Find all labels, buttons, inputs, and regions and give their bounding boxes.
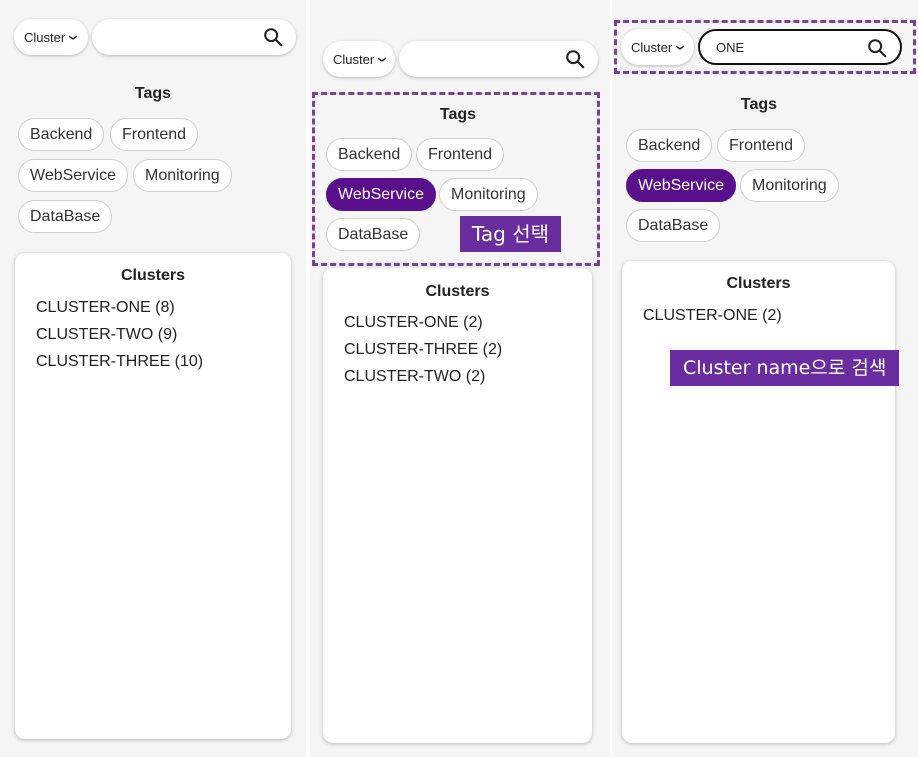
chevron-down-icon: ❮	[68, 33, 78, 41]
tags-title: Tags	[740, 96, 778, 113]
filter-type-select[interactable]: Cluster ❮	[323, 41, 395, 77]
tags-title: Tags	[134, 85, 172, 102]
tag-chip-webservice[interactable]: WebService	[626, 169, 736, 202]
cluster-item[interactable]: CLUSTER-THREE (2)	[344, 341, 502, 359]
clusters-card: Clusters CLUSTER-ONE (2)	[622, 261, 895, 743]
clusters-card: Clusters CLUSTER-ONE (2) CLUSTER-THREE (…	[323, 268, 592, 743]
clusters-title: Clusters	[425, 283, 490, 300]
search-box[interactable]	[92, 19, 296, 55]
clusters-card: Clusters CLUSTER-ONE (8) CLUSTER-TWO (9)…	[15, 253, 291, 739]
select-value: Cluster	[333, 51, 375, 67]
search-icon[interactable]	[564, 48, 586, 70]
tag-chip-database[interactable]: DataBase	[626, 209, 721, 242]
chevron-down-icon: ❮	[377, 55, 387, 63]
highlight-search-box	[614, 20, 916, 74]
panel-initial: Cluster ❮ Tags Backend Frontend WebServi…	[0, 0, 306, 757]
filter-type-select[interactable]: Cluster ❮	[14, 19, 88, 55]
search-box[interactable]	[399, 41, 598, 77]
tag-chip-monitoring[interactable]: Monitoring	[740, 169, 839, 202]
tag-chip-backend[interactable]: Backend	[626, 129, 713, 162]
callout-tag-select: Tag 선택	[460, 216, 562, 252]
search-icon[interactable]	[262, 26, 284, 48]
search-input[interactable]	[106, 28, 250, 45]
tag-chip-monitoring[interactable]: Monitoring	[133, 159, 232, 192]
tag-chip-backend[interactable]: Backend	[18, 118, 105, 151]
cluster-item[interactable]: CLUSTER-THREE (10)	[36, 353, 203, 371]
search-row: Cluster ❮	[323, 41, 598, 77]
cluster-item[interactable]: CLUSTER-ONE (2)	[344, 314, 483, 332]
tag-chip-frontend[interactable]: Frontend	[717, 129, 806, 162]
cluster-item[interactable]: CLUSTER-TWO (2)	[344, 368, 485, 386]
cluster-item[interactable]: CLUSTER-ONE (8)	[36, 299, 175, 317]
cluster-item[interactable]: CLUSTER-TWO (9)	[36, 326, 177, 344]
panel-name-search: Cluster ❮ Tags Backend Frontend WebServi…	[612, 0, 918, 757]
search-input[interactable]	[413, 50, 557, 67]
tag-chip-frontend[interactable]: Frontend	[110, 118, 199, 151]
select-value: Cluster	[24, 29, 66, 45]
cluster-item[interactable]: CLUSTER-ONE (2)	[643, 307, 782, 325]
tag-chip-database[interactable]: DataBase	[18, 200, 113, 233]
search-row: Cluster ❮	[14, 19, 296, 55]
clusters-title: Clusters	[726, 275, 791, 292]
tag-chip-webservice[interactable]: WebService	[18, 159, 128, 192]
callout-name-search: Cluster name으로 검색	[670, 350, 900, 386]
clusters-title: Clusters	[120, 267, 186, 284]
panel-tag-selected: Cluster ❮ Tags Backend Frontend WebServi…	[310, 0, 610, 757]
